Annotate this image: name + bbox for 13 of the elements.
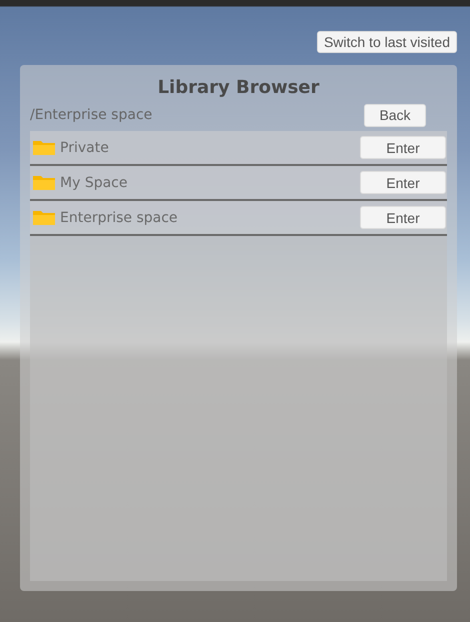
back-button[interactable]: Back (364, 104, 426, 126)
panel-title: Library Browser (158, 77, 320, 98)
current-path: /Enterprise space (30, 107, 152, 123)
folder-name: Enterprise space (60, 210, 179, 226)
folder-name: Private (60, 140, 110, 156)
folder-icon (33, 175, 55, 190)
folder-icon (33, 140, 55, 155)
enter-button[interactable]: Enter (360, 136, 446, 159)
enter-button[interactable]: Enter (360, 206, 446, 229)
folder-icon (33, 210, 55, 225)
switch-last-visited-button[interactable]: Switch to last visited (316, 31, 457, 53)
enter-button[interactable]: Enter (360, 171, 446, 194)
folder-name: My Space (60, 174, 128, 190)
